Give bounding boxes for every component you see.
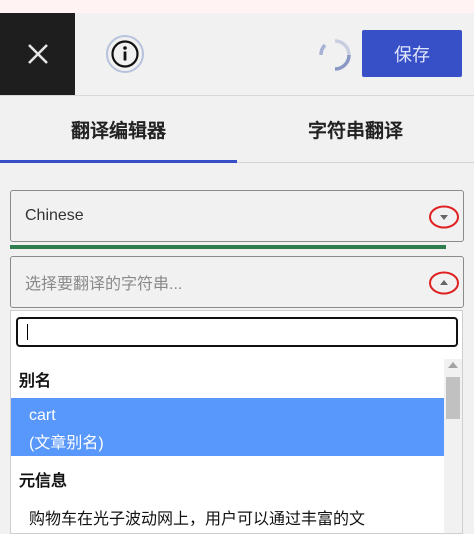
dropdown-option[interactable]: 购物车在光子波动网上，用户可以通过丰富的文 — [29, 507, 429, 533]
group-label-slug: 别名 — [19, 373, 52, 390]
group-label-meta: 元信息 — [19, 473, 68, 490]
tab-bar: 翻译编辑器 字符串翻译 — [0, 96, 474, 163]
info-icon — [106, 35, 144, 73]
top-toolbar: 保存 — [0, 13, 474, 96]
language-select-value: Chinese — [25, 207, 84, 224]
text-cursor — [27, 324, 28, 340]
string-select[interactable]: 选择要翻译的字符串... — [10, 256, 464, 308]
option-text: cart — [29, 407, 56, 424]
translation-progress-bar — [10, 245, 446, 249]
dropdown-scrollbar[interactable] — [444, 359, 462, 533]
scroll-up-arrow-icon[interactable] — [448, 362, 458, 368]
dropdown-option-selected[interactable]: cart (文章别名) — [11, 398, 444, 456]
close-button[interactable] — [0, 13, 75, 95]
dropdown-search-input[interactable] — [16, 317, 458, 347]
tab-label: 翻译编辑器 — [70, 119, 166, 142]
tab-string-translation[interactable]: 字符串翻译 — [237, 96, 474, 162]
translation-panel: 保存 翻译编辑器 字符串翻译 Chinese 选择要翻译的字符串... 别名 c… — [0, 13, 474, 534]
info-button[interactable] — [105, 34, 145, 74]
active-tab-indicator — [0, 160, 237, 163]
tab-translation-editor[interactable]: 翻译编辑器 — [0, 96, 237, 162]
chevron-up-icon[interactable] — [429, 271, 459, 295]
language-select[interactable]: Chinese — [10, 190, 464, 242]
close-icon — [27, 44, 48, 64]
option-subtext: (文章别名) — [29, 435, 104, 452]
chevron-down-icon[interactable] — [429, 205, 459, 229]
loading-spinner-icon — [318, 38, 352, 72]
scrollbar-thumb[interactable] — [446, 377, 460, 419]
save-button[interactable]: 保存 — [362, 30, 462, 77]
tab-label: 字符串翻译 — [307, 119, 403, 142]
string-dropdown: 别名 cart (文章别名) 元信息 购物车在光子波动网上，用户可以通过丰富的文 — [10, 310, 463, 534]
string-select-placeholder: 选择要翻译的字符串... — [25, 276, 183, 293]
option-text: 购物车在光子波动网上，用户可以通过丰富的文 — [29, 511, 366, 528]
